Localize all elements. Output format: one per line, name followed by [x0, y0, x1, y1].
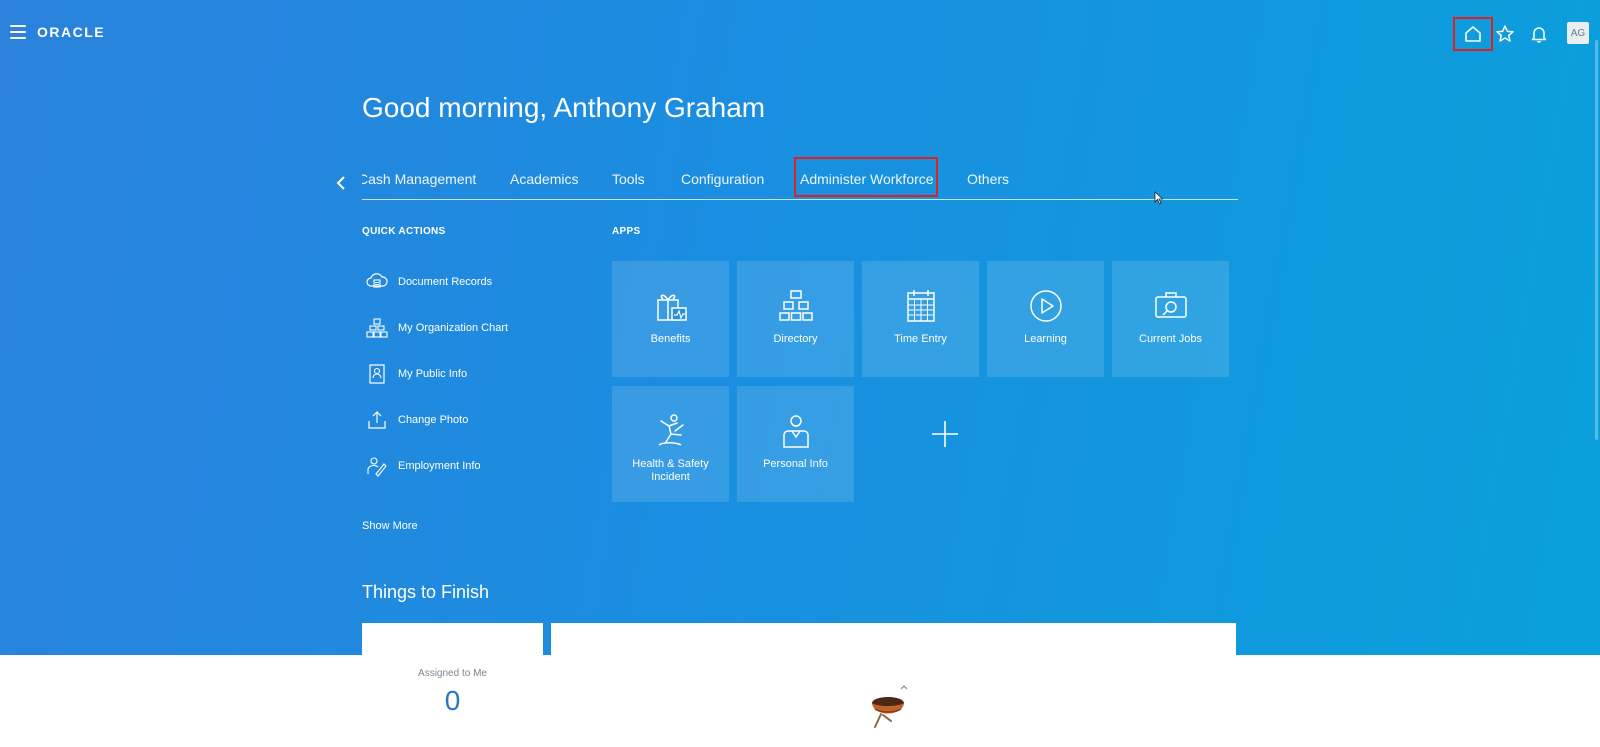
- quick-action-label: Change Photo: [398, 414, 469, 426]
- app-tile-current-jobs[interactable]: Current Jobs: [1112, 261, 1229, 377]
- app-tile-directory[interactable]: Directory: [737, 261, 854, 377]
- gift-icon: [652, 287, 690, 325]
- quick-action-my-organization-chart[interactable]: My Organization Chart: [366, 316, 508, 340]
- mouse-cursor-icon: [1154, 191, 1164, 205]
- bell-icon: [1531, 27, 1547, 43]
- home-icon: [1465, 26, 1481, 42]
- tab-cash-management[interactable]: Cash Management: [362, 171, 476, 187]
- app-tile-learning[interactable]: Learning: [987, 261, 1104, 377]
- empty-nest-icon: [872, 685, 908, 728]
- scrollbar[interactable]: [1595, 40, 1598, 440]
- assigned-to-me-card[interactable]: Assigned to Me 0: [362, 623, 543, 747]
- play-icon: [1027, 287, 1065, 325]
- tabs-previous-chevron-icon[interactable]: [336, 174, 346, 195]
- user-avatar[interactable]: AG: [1567, 22, 1589, 44]
- quick-action-document-records[interactable]: Document Records: [366, 270, 492, 294]
- quick-action-employment-info[interactable]: Employment Info: [366, 454, 481, 478]
- quick-action-label: My Public Info: [398, 368, 468, 380]
- notifications-button[interactable]: [1524, 19, 1554, 49]
- quick-action-label: Document Records: [398, 276, 493, 288]
- app-tile-time-entry[interactable]: Time Entry: [862, 261, 979, 377]
- star-icon: [1496, 25, 1514, 42]
- app-tile-label: Current Jobs: [1139, 333, 1202, 345]
- app-tile-label: Benefits: [650, 333, 691, 345]
- page-greeting: Good morning, Anthony Graham: [362, 92, 766, 123]
- favorites-button[interactable]: [1490, 19, 1520, 49]
- app-tile-label: Learning: [1024, 333, 1067, 345]
- job-search-icon: [1152, 287, 1190, 325]
- employment-info-icon: [366, 455, 388, 477]
- show-more-link[interactable]: Show More: [362, 520, 418, 532]
- home-button[interactable]: [1453, 17, 1493, 51]
- app-tile-label: Directory: [773, 333, 818, 345]
- quick-actions-heading: QUICK ACTIONS: [362, 226, 446, 237]
- hamburger-menu-icon[interactable]: [10, 25, 26, 39]
- assigned-count: 0: [444, 685, 461, 716]
- change-photo-icon: [366, 409, 388, 431]
- oracle-logo: ORACLE: [37, 24, 106, 40]
- apps-heading: APPS: [612, 226, 641, 237]
- plus-icon: [931, 421, 958, 447]
- app-tile-label: Health & Safety Incident: [632, 458, 709, 483]
- app-tile-label: Time Entry: [894, 333, 947, 345]
- quick-action-label: My Organization Chart: [398, 322, 509, 334]
- quick-action-label: Employment Info: [398, 460, 481, 472]
- document-records-icon: [366, 271, 388, 293]
- tab-academics[interactable]: Academics: [510, 171, 578, 187]
- calendar-icon: [902, 287, 940, 325]
- fall-icon: [652, 412, 690, 450]
- app-tile-personal-info[interactable]: Personal Info: [737, 386, 854, 502]
- public-info-icon: [366, 363, 388, 385]
- assigned-to-me-label: Assigned to Me: [418, 668, 487, 679]
- quick-action-my-public-info[interactable]: My Public Info: [366, 362, 467, 386]
- app-tile-benefits[interactable]: Benefits: [612, 261, 729, 377]
- add-app-button[interactable]: [886, 376, 1003, 492]
- person-badge-icon: [777, 412, 815, 450]
- tab-tools[interactable]: Tools: [612, 171, 645, 187]
- app-tile-label: Personal Info: [763, 458, 828, 470]
- hierarchy-icon: [777, 287, 815, 325]
- things-to-finish-panel: [551, 623, 1236, 747]
- quick-action-change-photo[interactable]: Change Photo: [366, 408, 468, 432]
- tab-others[interactable]: Others: [967, 171, 1009, 187]
- app-tile-health-safety-incident[interactable]: Health & Safety Incident: [612, 386, 729, 502]
- org-chart-icon: [366, 317, 388, 339]
- tab-configuration[interactable]: Configuration: [681, 171, 764, 187]
- tab-highlight-box: [794, 157, 938, 197]
- things-to-finish-heading: Things to Finish: [362, 582, 490, 602]
